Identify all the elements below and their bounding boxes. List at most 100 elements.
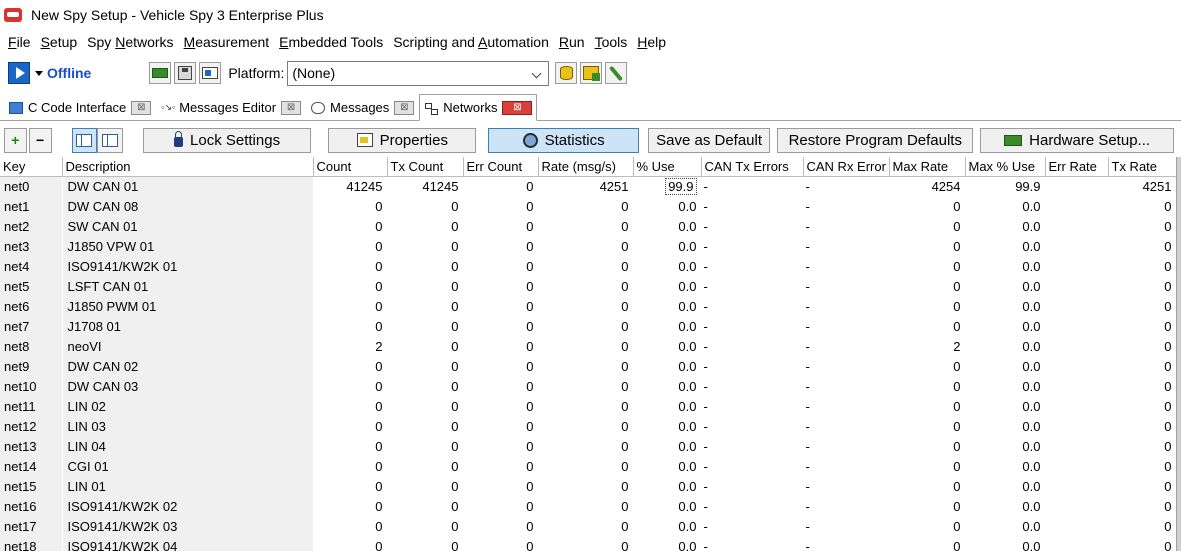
cell-value: 0 bbox=[526, 198, 534, 214]
menu-help[interactable]: Help bbox=[632, 34, 671, 50]
column-header[interactable]: CAN Tx Errors bbox=[701, 157, 804, 177]
cell-canrx: - bbox=[803, 356, 890, 376]
tab-messages-editor[interactable]: ▫↘▫ Messages Editor ⊠ bbox=[156, 95, 306, 120]
cell-value: net14 bbox=[4, 458, 37, 474]
platform-select[interactable]: (None) bbox=[287, 60, 550, 86]
cell-errrate bbox=[1045, 276, 1109, 296]
tab-c-code-interface[interactable]: C Code Interface ⊠ bbox=[4, 95, 156, 120]
table-row[interactable]: net5 LSFT CAN 01 0 0 0 0 0.0- -0 0.0 0 bbox=[0, 276, 1177, 296]
cell-value: 99.9 bbox=[665, 177, 697, 195]
column-header[interactable]: Max % Use bbox=[965, 157, 1046, 177]
cell-value: 0 bbox=[1164, 298, 1172, 314]
menu-run[interactable]: Run bbox=[554, 34, 590, 50]
networks-table-container: Key Description Count Tx Count Err Count Rate… bbox=[0, 157, 1181, 551]
tab-networks[interactable]: Networks ⊠ bbox=[419, 94, 538, 121]
tab-messages[interactable]: Messages ⊠ bbox=[306, 95, 419, 120]
cell-cantx: - bbox=[701, 436, 804, 456]
cell-value: LIN 03 bbox=[67, 418, 106, 434]
table-row[interactable]: net13 LIN 04 0 0 0 0 0.0- -0 0.0 0 bbox=[0, 436, 1177, 456]
menu-measurement[interactable]: Measurement bbox=[179, 34, 275, 50]
column-header[interactable]: Tx Rate bbox=[1108, 157, 1177, 177]
cell-value: 0.0 bbox=[678, 478, 697, 494]
column-header[interactable]: Count bbox=[313, 157, 388, 177]
lock-settings-button[interactable]: Lock Settings bbox=[143, 127, 312, 153]
add-network-button[interactable]: + bbox=[4, 127, 27, 153]
cell-value: - bbox=[805, 518, 810, 534]
cell-tx: 0 bbox=[387, 336, 464, 356]
detail-view-button[interactable] bbox=[97, 127, 123, 153]
column-header[interactable]: Err Rate bbox=[1045, 157, 1109, 177]
cell-canrx: - bbox=[803, 516, 890, 536]
tools-button[interactable] bbox=[605, 62, 628, 84]
hardware-setup-button[interactable]: Hardware Setup... bbox=[980, 127, 1174, 153]
tab-label: C Code Interface bbox=[28, 100, 127, 115]
menu-tools[interactable]: Tools bbox=[590, 34, 633, 50]
close-tab-icon[interactable]: ⊠ bbox=[131, 100, 152, 115]
online-mode-dropdown-icon[interactable] bbox=[35, 70, 43, 76]
cell-value: 2 bbox=[375, 338, 383, 354]
cell-value: 4251 bbox=[1142, 178, 1172, 194]
table-row[interactable]: net0 DW CAN 01 41245 41245 0 4251 99.9- -4254 99… bbox=[0, 176, 1177, 196]
column-header[interactable]: Max Rate bbox=[889, 157, 966, 177]
monitor-button[interactable] bbox=[199, 62, 222, 84]
cell-tx: 0 bbox=[387, 296, 464, 316]
hardware-button[interactable] bbox=[149, 62, 172, 84]
save-button[interactable] bbox=[174, 62, 197, 84]
table-row[interactable]: net9 DW CAN 02 0 0 0 0 0.0- -0 0.0 0 bbox=[0, 356, 1177, 376]
table-row[interactable]: net10 DW CAN 03 0 0 0 0 0.0- -0 0.0 0 bbox=[0, 376, 1177, 396]
list-view-button[interactable] bbox=[71, 127, 98, 153]
column-header[interactable]: Key bbox=[0, 157, 63, 177]
cell-value: - bbox=[703, 178, 708, 194]
menu-spy-networks[interactable]: Spy Networks bbox=[82, 34, 178, 50]
table-row[interactable]: net16 ISO9141/KW2K 02 0 0 0 0 0.0- -0 0.0 0 bbox=[0, 496, 1177, 516]
column-header[interactable]: Rate (msg/s) bbox=[538, 157, 634, 177]
column-header[interactable]: % Use bbox=[633, 157, 702, 177]
menu-scripting-automation[interactable]: Scripting and Automation bbox=[388, 34, 554, 50]
remove-network-button[interactable]: − bbox=[28, 127, 52, 153]
menu-file[interactable]: File bbox=[3, 34, 36, 50]
save-as-default-button[interactable]: Save as Default bbox=[647, 127, 771, 153]
go-online-button[interactable] bbox=[8, 62, 30, 84]
cell-maxuse: 0.0 bbox=[965, 376, 1046, 396]
table-row[interactable]: net8 neoVI 2 0 0 0 0.0- -2 0.0 0 bbox=[0, 336, 1177, 356]
table-row[interactable]: net7 J1708 01 0 0 0 0 0.0- -0 0.0 0 bbox=[0, 316, 1177, 336]
cell-key: net17 bbox=[0, 516, 63, 536]
cell-canrx: - bbox=[803, 436, 890, 456]
column-header[interactable]: Description bbox=[62, 157, 314, 177]
cell-err: 0 bbox=[463, 196, 539, 216]
close-tab-icon[interactable]: ⊠ bbox=[394, 100, 415, 115]
menu-setup[interactable]: Setup bbox=[36, 34, 83, 50]
restore-program-defaults-button[interactable]: Restore Program Defaults bbox=[777, 127, 974, 153]
cell-err: 0 bbox=[463, 416, 539, 436]
table-row[interactable]: net14 CGI 01 0 0 0 0 0.0- -0 0.0 0 bbox=[0, 456, 1177, 476]
database-settings-button[interactable] bbox=[580, 62, 603, 84]
cell-key: net13 bbox=[0, 436, 63, 456]
table-row[interactable]: net11 LIN 02 0 0 0 0 0.0- -0 0.0 0 bbox=[0, 396, 1177, 416]
column-header[interactable]: Err Count bbox=[463, 157, 539, 177]
menu-embedded-tools[interactable]: Embedded Tools bbox=[274, 34, 388, 50]
table-row[interactable]: net17 ISO9141/KW2K 03 0 0 0 0 0.0- -0 0.0 0 bbox=[0, 516, 1177, 536]
close-tab-icon[interactable]: ⊠ bbox=[281, 100, 302, 115]
table-row[interactable]: net1 DW CAN 08 0 0 0 0 0.0- -0 0.0 0 bbox=[0, 196, 1177, 216]
database-button[interactable] bbox=[555, 62, 578, 84]
table-row[interactable]: net3 J1850 VPW 01 0 0 0 0 0.0- -0 0.0 0 bbox=[0, 236, 1177, 256]
table-row[interactable]: net2 SW CAN 01 0 0 0 0 0.0- -0 0.0 0 bbox=[0, 216, 1177, 236]
statistics-button[interactable]: Statistics bbox=[488, 127, 639, 153]
table-row[interactable]: net12 LIN 03 0 0 0 0 0.0- -0 0.0 0 bbox=[0, 416, 1177, 436]
close-tab-icon[interactable]: ⊠ bbox=[502, 100, 533, 115]
cell-value: 0 bbox=[1164, 218, 1172, 234]
cell-value: 0 bbox=[621, 418, 629, 434]
cell-value: 0 bbox=[375, 438, 383, 454]
vertical-scrollbar[interactable] bbox=[1176, 157, 1181, 551]
cell-count: 0 bbox=[313, 456, 388, 476]
table-row[interactable]: net15 LIN 01 0 0 0 0 0.0- -0 0.0 0 bbox=[0, 476, 1177, 496]
cell-canrx: - bbox=[803, 196, 890, 216]
properties-button[interactable]: Properties bbox=[328, 127, 477, 153]
table-row[interactable]: net4 ISO9141/KW2K 01 0 0 0 0 0.0- -0 0.0 0 bbox=[0, 256, 1177, 276]
cell-tx: 0 bbox=[387, 436, 464, 456]
table-row[interactable]: net6 J1850 PWM 01 0 0 0 0 0.0- -0 0.0 0 bbox=[0, 296, 1177, 316]
column-header[interactable]: Tx Count bbox=[387, 157, 464, 177]
column-header[interactable]: CAN Rx Error bbox=[803, 157, 890, 177]
cell-tx: 0 bbox=[387, 316, 464, 336]
table-row[interactable]: net18 ISO9141/KW2K 04 0 0 0 0 0.0- -0 0.0 0 bbox=[0, 536, 1177, 551]
